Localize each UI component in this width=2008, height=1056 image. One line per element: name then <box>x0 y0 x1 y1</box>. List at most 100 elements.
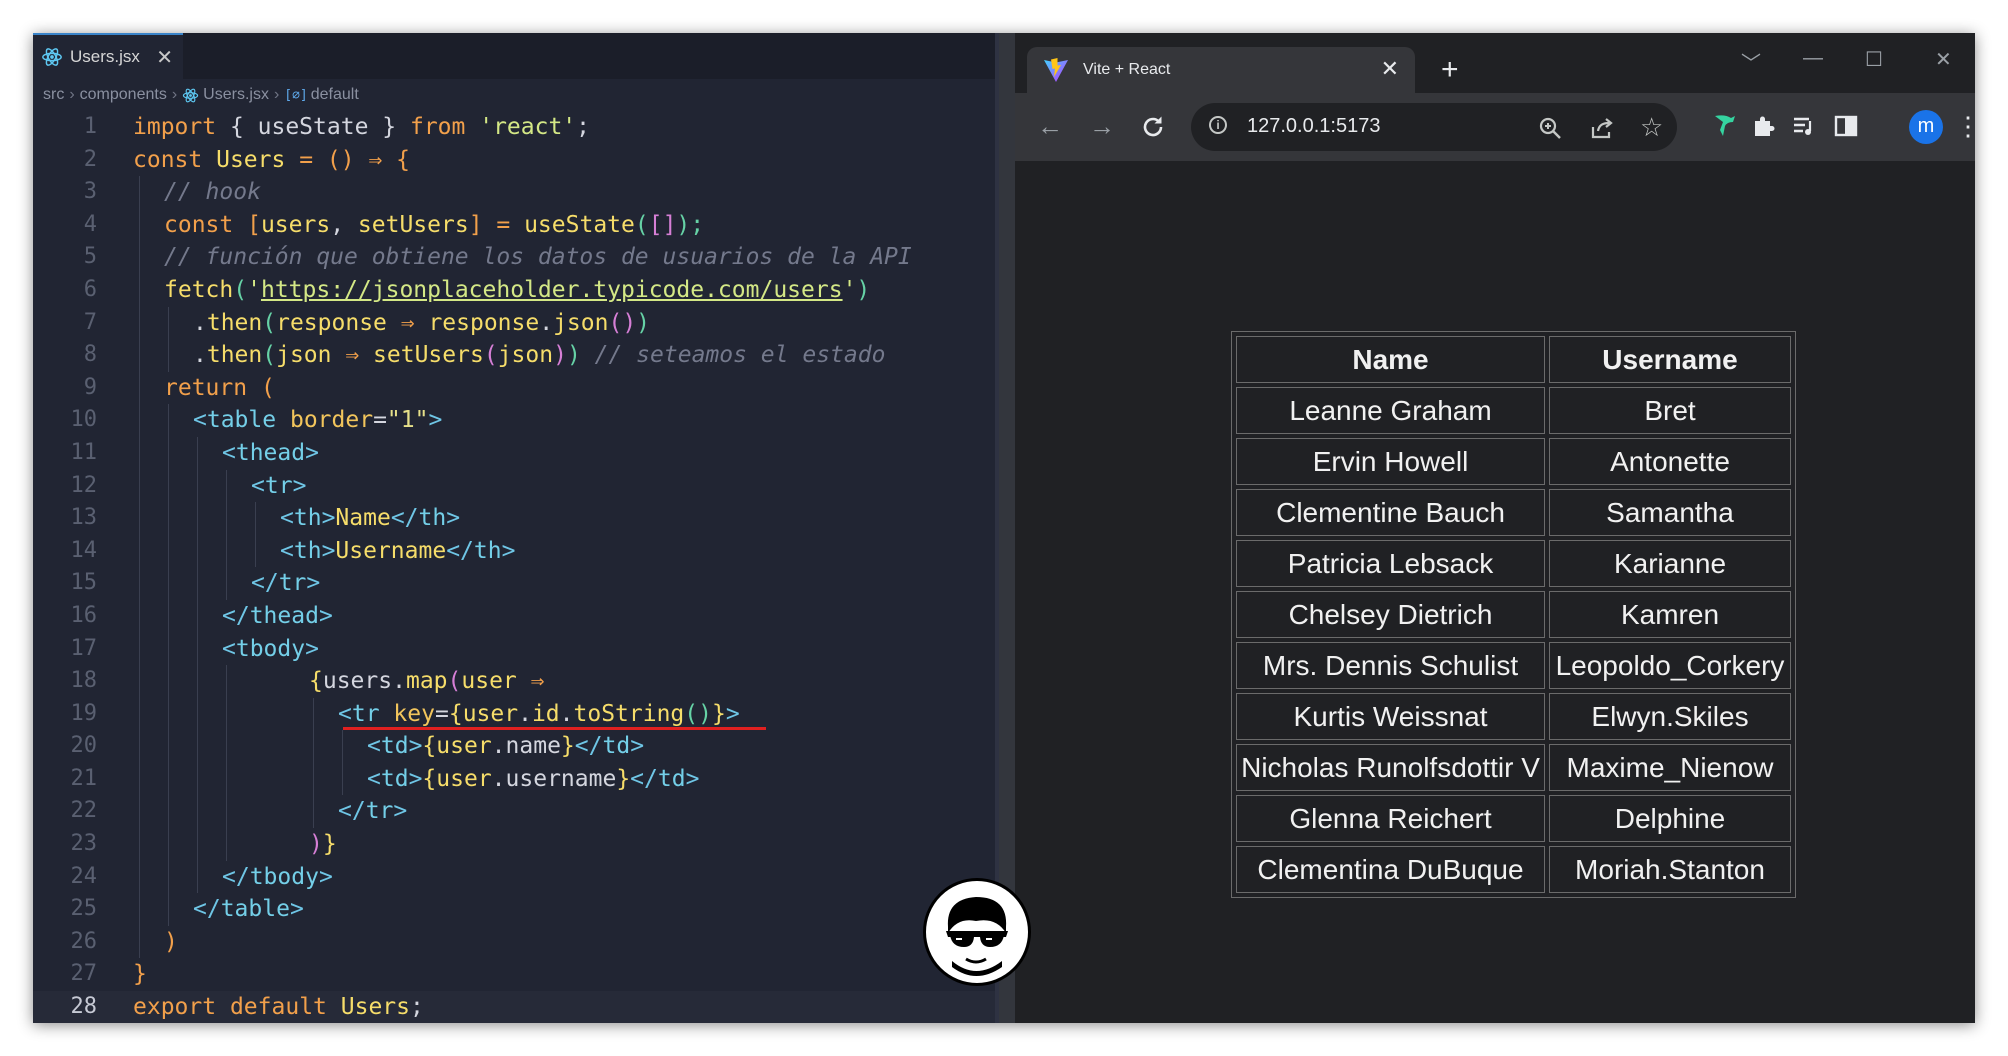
token: import <box>133 114 217 140</box>
token: < <box>367 733 381 760</box>
token: ( <box>483 342 498 369</box>
indent-guide <box>168 860 169 894</box>
indent-guide <box>226 697 227 731</box>
breadcrumb-file[interactable]: Users.jsx <box>203 86 269 104</box>
line-number: 13 <box>70 505 98 531</box>
avatar[interactable]: m <box>1909 110 1943 144</box>
token: < <box>222 439 236 466</box>
token: then <box>206 309 263 336</box>
token: > <box>428 407 443 434</box>
token: td <box>380 765 409 792</box>
extension-puzzle-icon[interactable] <box>1751 113 1777 139</box>
token: tr <box>351 700 380 727</box>
info-icon[interactable]: i <box>1209 116 1227 134</box>
indent-guide <box>226 828 227 861</box>
minimize-icon[interactable]: — <box>1803 47 1823 70</box>
code-area[interactable]: 1 import { useState } from 'react'; 2 cons… <box>33 111 995 1023</box>
pane-divider[interactable] <box>999 33 1015 1023</box>
line-number: 21 <box>70 765 98 791</box>
kebab-menu-icon[interactable]: ⋮ <box>1955 111 1975 141</box>
line-number: 18 <box>70 668 98 694</box>
media-icon[interactable] <box>1791 113 1817 139</box>
new-tab-button[interactable]: + <box>1441 55 1459 85</box>
cell-username: Delphine <box>1549 795 1791 842</box>
zoom-icon[interactable] <box>1537 115 1563 141</box>
table-row: Glenna Reichert Delphine <box>1236 795 1791 842</box>
token: > <box>306 570 321 597</box>
address-bar[interactable]: i 127.0.0.1:5173 ☆ <box>1191 103 1677 151</box>
url-link[interactable]: https://jsonplaceholder.typicode.com/use… <box>261 277 843 303</box>
tab-search-icon[interactable]: ﹀ <box>1741 47 1761 76</box>
token: // función que obtiene los datos de usua… <box>164 244 912 271</box>
token: th <box>473 537 502 564</box>
table-row: Nicholas Runolfsdottir V Maxime_Nienow <box>1236 744 1791 791</box>
share-icon[interactable] <box>1589 115 1615 141</box>
indent-guide <box>168 795 169 829</box>
token: table <box>220 896 290 923</box>
window-close-icon[interactable]: ✕ <box>1935 47 1952 72</box>
url-text[interactable]: 127.0.0.1:5173 <box>1247 115 1380 138</box>
indent-guide <box>313 795 314 829</box>
maximize-icon[interactable]: ☐ <box>1865 47 1883 72</box>
forward-icon[interactable]: → <box>1089 111 1115 141</box>
indent-guide <box>313 730 314 763</box>
token: } <box>616 765 631 792</box>
token: ( <box>634 211 649 238</box>
cell-username: Karianne <box>1549 540 1791 587</box>
token: Username <box>335 537 447 564</box>
breadcrumb-components[interactable]: components <box>80 86 167 104</box>
code-line-current: 28 export default Users; <box>33 991 995 1023</box>
indent-guide <box>197 632 198 666</box>
token: . <box>539 309 554 336</box>
reload-icon[interactable] <box>1139 113 1167 141</box>
token: border <box>289 407 374 434</box>
cell-name: Clementine Bauch <box>1236 489 1545 536</box>
sidepanel-icon[interactable] <box>1833 113 1859 139</box>
code-line: 2 const Users = () ⇒ { <box>33 144 995 177</box>
token: , <box>330 211 358 238</box>
token: response <box>428 309 540 336</box>
token: 'react' <box>479 114 577 140</box>
code-line: 1 import { useState } from 'react'; <box>33 111 995 144</box>
token: ) <box>856 276 871 303</box>
browser-tab[interactable]: Vite + React ✕ <box>1027 47 1415 93</box>
editor-tab-users-jsx[interactable]: Users.jsx ✕ <box>33 33 183 79</box>
token: thead <box>249 602 319 629</box>
line-number: 22 <box>70 798 98 824</box>
code-line-highlighted: 19 <tr key={user.id.toString()}> <box>33 697 995 731</box>
indent-guide <box>342 730 343 763</box>
token: } <box>322 831 337 858</box>
close-icon[interactable]: ✕ <box>1381 56 1399 82</box>
indent-guide <box>139 371 140 405</box>
chevron-right-icon: › <box>69 86 75 103</box>
back-icon[interactable]: ← <box>1037 111 1063 141</box>
indent-guide <box>139 534 140 568</box>
indent-guide <box>168 828 169 861</box>
token: ; <box>410 994 424 1021</box>
star-icon[interactable]: ☆ <box>1640 114 1663 140</box>
editor-tab-bar: Users.jsx ✕ <box>33 33 999 79</box>
token: < <box>280 505 294 532</box>
indent-guide <box>226 665 227 698</box>
indent-guide <box>168 404 169 437</box>
cell-username: Maxime_Nienow <box>1549 744 1791 791</box>
indent-guide <box>197 730 198 763</box>
close-icon[interactable]: ✕ <box>156 45 173 70</box>
token: default <box>229 994 327 1021</box>
token: ⇒ <box>331 342 374 369</box>
indent-guide <box>139 697 140 731</box>
token: </ <box>390 505 419 532</box>
token: ' <box>247 276 261 303</box>
code-line: 22 </tr> <box>33 795 995 829</box>
breadcrumb-src[interactable]: src <box>43 86 64 104</box>
table-header-row: Name Username <box>1236 336 1791 383</box>
token: ( <box>262 342 277 369</box>
indent-guide <box>197 469 198 503</box>
breadcrumb-symbol[interactable]: default <box>311 86 359 104</box>
code-line: 25 </table> <box>33 893 995 926</box>
code-line: 14 <th>Username</th> <box>33 534 995 568</box>
token: > <box>318 863 333 890</box>
extension-icon[interactable] <box>1711 112 1739 140</box>
table-row: Kurtis Weissnat Elwyn.Skiles <box>1236 693 1791 740</box>
